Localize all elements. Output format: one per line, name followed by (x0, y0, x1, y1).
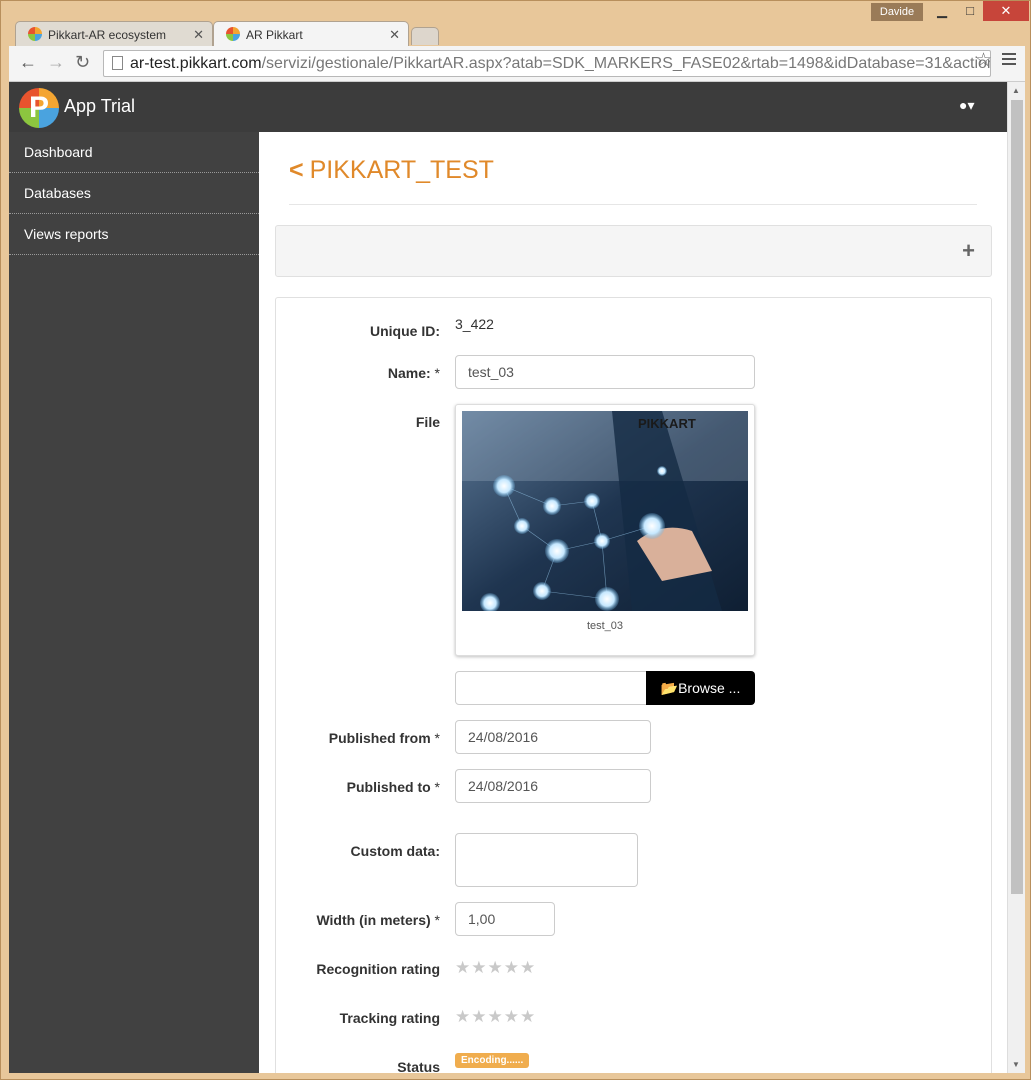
address-bar[interactable]: ar-test.pikkart.com/servizi/gestionale/P… (103, 50, 991, 77)
profile-badge[interactable]: Davide (871, 3, 923, 21)
forward-arrow-icon[interactable]: → (47, 52, 65, 73)
published-from-input[interactable]: 24/08/2016 (455, 720, 651, 754)
bookmark-star-icon[interactable]: ☆ (975, 49, 992, 72)
app-header: P App Trial ●▾ (9, 82, 1007, 132)
recognition-rating-stars: ★★★★★ (455, 958, 537, 977)
recognition-rating-label: Recognition rating (316, 961, 440, 977)
page-scrollbar[interactable]: ▲ ▼ (1007, 82, 1025, 1073)
close-tab-icon[interactable]: ✕ (193, 22, 204, 48)
folder-open-icon: 📂 (660, 680, 679, 696)
tab-pikkart-ecosystem[interactable]: Pikkart-AR ecosystem ✕ (15, 21, 213, 47)
title-divider (289, 204, 977, 205)
file-thumbnail[interactable]: PIKKART test_03 (455, 404, 755, 656)
page-title: < PIKKART_TEST (289, 156, 494, 185)
svg-text:PIKKART: PIKKART (638, 416, 696, 431)
tab-label: AR Pikkart (246, 28, 303, 42)
page-icon (112, 56, 123, 70)
browse-button[interactable]: 📂Browse ... (646, 671, 755, 705)
published-to-label: Published to * (346, 779, 440, 795)
scroll-down-icon[interactable]: ▼ (1012, 1060, 1020, 1069)
scroll-up-icon[interactable]: ▲ (1012, 86, 1020, 95)
width-label: Width (in meters) * (316, 912, 440, 928)
sidebar-item-dashboard[interactable]: Dashboard (9, 132, 259, 173)
marker-image: PIKKART (462, 411, 748, 611)
pikkart-favicon-icon (226, 27, 240, 41)
unique-id-value: 3_422 (455, 316, 494, 332)
url-host: ar-test.pikkart.com (130, 55, 262, 72)
published-from-label: Published from * (328, 730, 440, 746)
browser-toolbar: ← → ↻ ar-test.pikkart.com/servizi/gestio… (9, 46, 1025, 82)
sidebar: Dashboard Databases Views reports (9, 132, 259, 1073)
marker-form: Unique ID: 3_422 Name: * test_03 File PI… (275, 297, 992, 1073)
url-path: /servizi/gestionale/PikkartAR.aspx?atab=… (261, 55, 991, 72)
file-path-input[interactable] (455, 671, 647, 705)
file-upload-group: 📂Browse ... (455, 671, 755, 705)
reload-icon[interactable]: ↻ (75, 52, 90, 73)
unique-id-label: Unique ID: (370, 323, 440, 339)
app-logo[interactable]: P (19, 88, 59, 128)
browser-menu-icon[interactable] (1002, 53, 1016, 68)
user-menu-icon[interactable]: ●▾ (959, 97, 974, 114)
close-tab-icon[interactable]: ✕ (389, 22, 400, 48)
close-window-button[interactable]: ✕ (983, 1, 1029, 21)
tab-label: Pikkart-AR ecosystem (48, 28, 167, 42)
status-label: Status (397, 1059, 440, 1073)
back-chevron-icon[interactable]: < (289, 156, 304, 185)
collapsible-panel: + (275, 225, 992, 277)
browser-window: Davide ▁ □ ✕ Pikkart-AR ecosystem ✕ AR P… (0, 0, 1031, 1080)
tracking-rating-stars: ★★★★★ (455, 1007, 537, 1026)
expand-plus-icon[interactable]: + (962, 238, 975, 264)
back-arrow-icon[interactable]: ← (19, 52, 37, 73)
name-label: Name: * (387, 365, 440, 381)
tracking-rating-label: Tracking rating (339, 1010, 440, 1026)
file-caption: test_03 (586, 620, 624, 632)
sidebar-item-databases[interactable]: Databases (9, 173, 259, 214)
name-input[interactable]: test_03 (455, 355, 755, 389)
width-input[interactable]: 1,00 (455, 902, 555, 936)
app-title[interactable]: App Trial (64, 96, 135, 117)
sidebar-item-views-reports[interactable]: Views reports (9, 214, 259, 255)
tab-ar-pikkart[interactable]: AR Pikkart ✕ (213, 21, 409, 47)
maximize-button[interactable]: □ (955, 1, 985, 21)
published-to-input[interactable]: 24/08/2016 (455, 769, 651, 803)
status-badge: Encoding...... (455, 1053, 530, 1068)
custom-data-label: Custom data: (350, 843, 440, 859)
scrollbar-thumb[interactable] (1011, 100, 1023, 894)
pikkart-favicon-icon (28, 27, 42, 41)
minimize-button[interactable]: ▁ (927, 1, 957, 21)
main-content: < PIKKART_TEST + Unique ID: 3_422 Name: *… (259, 132, 1007, 1073)
file-label: File (415, 414, 440, 430)
new-tab-button[interactable] (411, 27, 439, 45)
custom-data-textarea[interactable] (455, 833, 638, 887)
